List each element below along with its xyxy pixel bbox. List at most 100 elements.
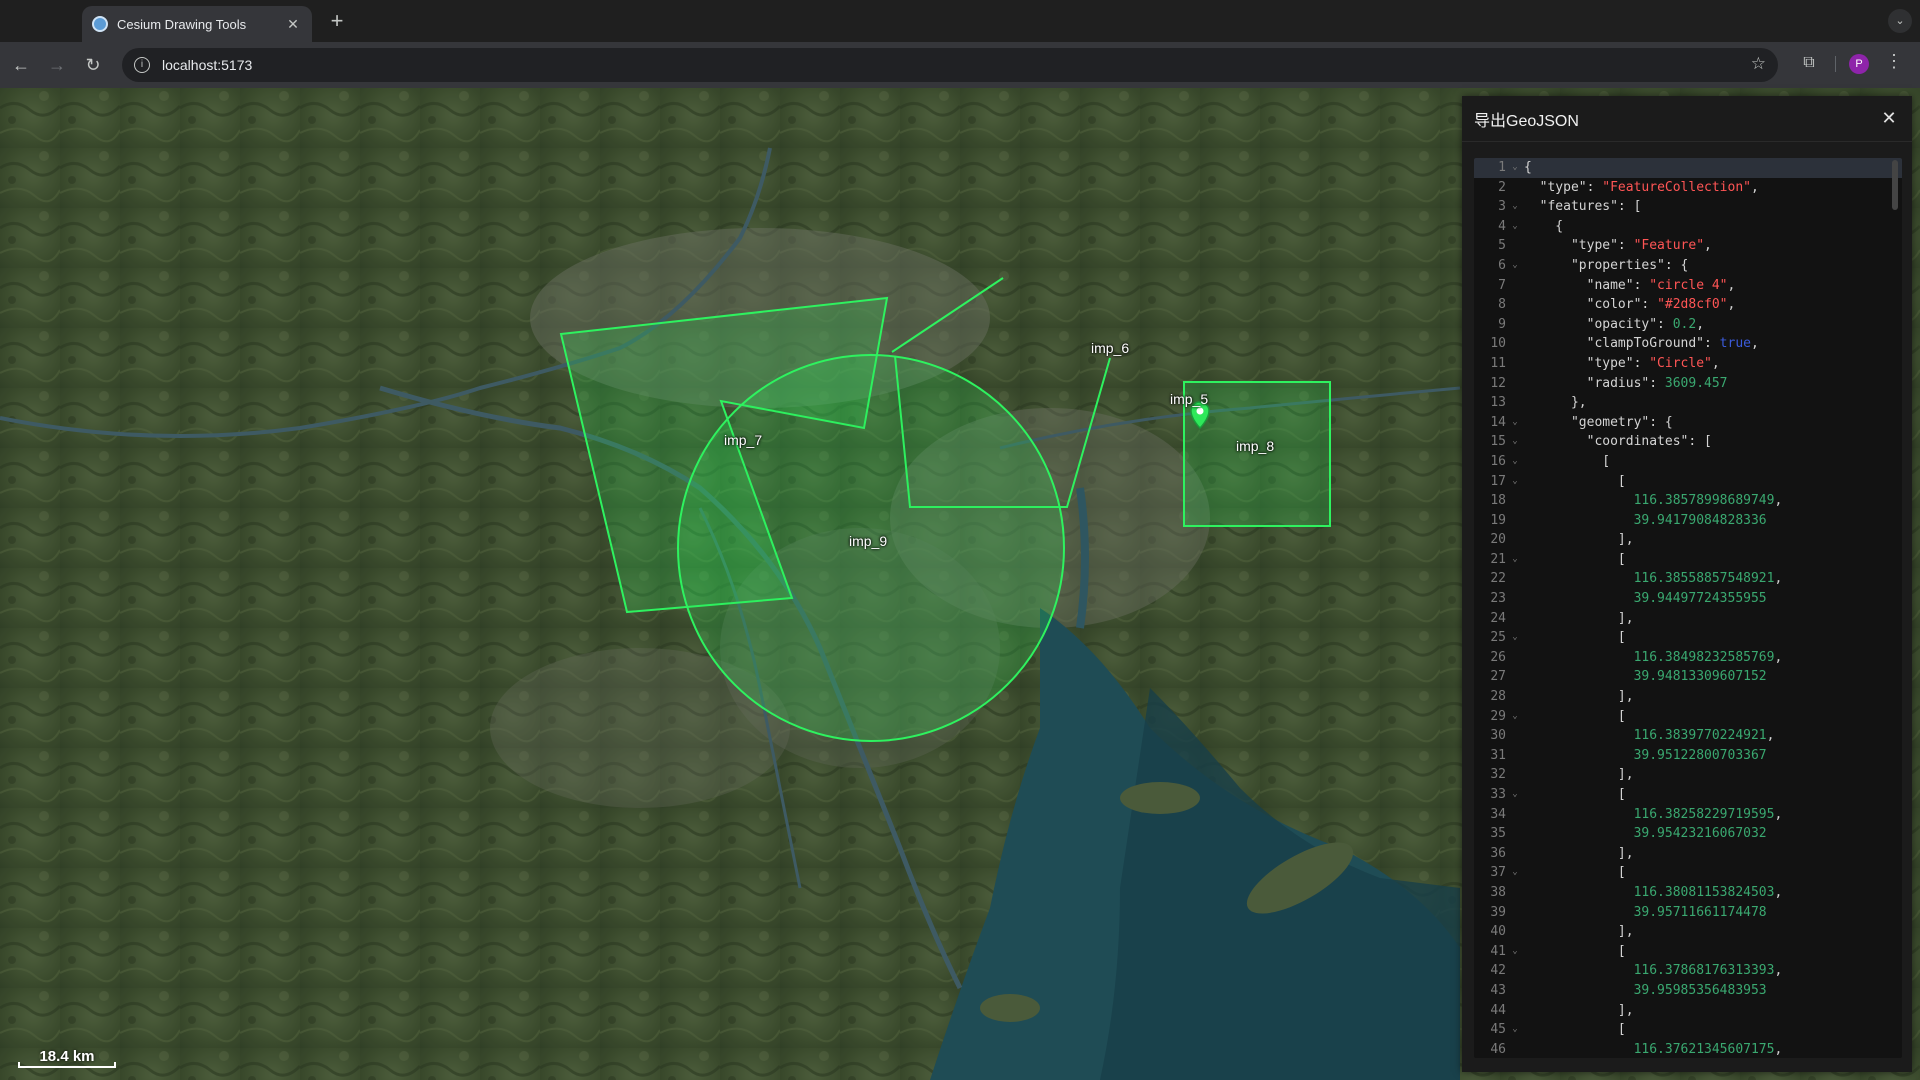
code-line[interactable]: 23 39.94497724355955: [1474, 589, 1902, 609]
code-line[interactable]: 28 ],: [1474, 687, 1902, 707]
code-line[interactable]: 41 ⌄ [: [1474, 942, 1902, 962]
line-number: 21: [1490, 551, 1506, 567]
back-arrow-icon[interactable]: ←: [8, 52, 34, 78]
code-text: "radius": 3609.457: [1524, 375, 1728, 391]
code-line[interactable]: 7 "name": "circle 4",: [1474, 276, 1902, 296]
fold-chevron-icon[interactable]: ⌄: [1508, 472, 1522, 492]
code-line[interactable]: 3 ⌄ "features": [: [1474, 197, 1902, 217]
distance-scale: 18.4 km: [18, 1048, 116, 1068]
code-line[interactable]: 24 ],: [1474, 609, 1902, 629]
extensions-puzzle-icon[interactable]: ⧉: [1797, 51, 1821, 75]
code-line[interactable]: 33 ⌄ [: [1474, 785, 1902, 805]
code-line[interactable]: 15 ⌄ "coordinates": [: [1474, 432, 1902, 452]
code-line[interactable]: 45 ⌄ [: [1474, 1020, 1902, 1040]
fold-chevron-icon[interactable]: ⌄: [1508, 217, 1522, 237]
profile-avatar[interactable]: P: [1849, 54, 1869, 74]
code-line[interactable]: 17 ⌄ [: [1474, 472, 1902, 492]
fold-chevron-icon[interactable]: ⌄: [1508, 432, 1522, 452]
code-line[interactable]: 39 39.95711661174478: [1474, 903, 1902, 923]
line-number: 13: [1490, 395, 1506, 411]
bookmark-star-icon[interactable]: ☆: [1751, 54, 1766, 74]
code-line[interactable]: 37 ⌄ [: [1474, 863, 1902, 883]
fold-chevron-icon[interactable]: ⌄: [1508, 707, 1522, 727]
code-text: 39.94497724355955: [1633, 591, 1767, 607]
code-line[interactable]: 14 ⌄ "geometry": {: [1474, 413, 1902, 433]
code-text: "properties": {: [1524, 257, 1689, 273]
code-line[interactable]: 42 116.37868176313393,: [1474, 961, 1902, 981]
code-line[interactable]: 40 ],: [1474, 922, 1902, 942]
line-number: 30: [1490, 728, 1506, 744]
site-info-icon[interactable]: i: [134, 57, 150, 73]
map-label-imp-6[interactable]: imp_6: [1091, 340, 1129, 356]
geojson-code-editor[interactable]: 1 ⌄{2 "type": "FeatureCollection", 3 ⌄ "fea…: [1474, 158, 1902, 1058]
browser-menu-icon[interactable]: ⋮: [1885, 51, 1903, 72]
code-line[interactable]: 11 "type": "Circle",: [1474, 354, 1902, 374]
code-line[interactable]: 27 39.94813309607152: [1474, 667, 1902, 687]
code-line[interactable]: 25 ⌄ [: [1474, 628, 1902, 648]
fold-chevron-icon[interactable]: ⌄: [1508, 550, 1522, 570]
fold-chevron-icon[interactable]: ⌄: [1508, 942, 1522, 962]
fold-chevron-icon[interactable]: ⌄: [1508, 158, 1522, 178]
code-text: "features": [: [1524, 199, 1642, 215]
code-line[interactable]: 34 116.38258229719595,: [1474, 805, 1902, 825]
code-line[interactable]: 10 "clampToGround": true,: [1474, 334, 1902, 354]
fold-chevron-icon[interactable]: ⌄: [1508, 197, 1522, 217]
code-line[interactable]: 36 ],: [1474, 844, 1902, 864]
map-label-imp-5[interactable]: imp_5: [1170, 391, 1208, 407]
code-text: ],: [1524, 767, 1634, 783]
code-line[interactable]: 26 116.38498232585769,: [1474, 648, 1902, 668]
url-text[interactable]: localhost:5173: [162, 57, 252, 73]
code-text: "type": "Circle",: [1524, 355, 1720, 371]
fold-chevron-icon[interactable]: ⌄: [1508, 1020, 1522, 1040]
fold-chevron-icon[interactable]: ⌄: [1508, 452, 1522, 472]
fold-chevron-icon[interactable]: ⌄: [1508, 863, 1522, 883]
code-text: ],: [1524, 845, 1634, 861]
close-icon[interactable]: ✕: [1878, 108, 1900, 129]
code-line[interactable]: 29 ⌄ [: [1474, 707, 1902, 727]
code-line[interactable]: 19 39.94179084828336: [1474, 511, 1902, 531]
code-line[interactable]: 31 39.95122800703367: [1474, 746, 1902, 766]
code-line[interactable]: 4 ⌄ {: [1474, 217, 1902, 237]
line-number: 43: [1490, 982, 1506, 998]
code-line[interactable]: 8 "color": "#2d8cf0",: [1474, 295, 1902, 315]
close-tab-icon[interactable]: ✕: [284, 16, 302, 33]
code-line[interactable]: 30 116.3839770224921,: [1474, 726, 1902, 746]
map-label-imp-9[interactable]: imp_9: [849, 533, 887, 549]
code-text: },: [1524, 395, 1587, 411]
fold-chevron-icon[interactable]: ⌄: [1508, 785, 1522, 805]
code-line[interactable]: 2 "type": "FeatureCollection",: [1474, 178, 1902, 198]
code-line[interactable]: 12 "radius": 3609.457: [1474, 374, 1902, 394]
fold-chevron-icon[interactable]: ⌄: [1508, 628, 1522, 648]
new-tab-button[interactable]: +: [324, 8, 350, 34]
code-line[interactable]: 13 },: [1474, 393, 1902, 413]
code-line[interactable]: 6 ⌄ "properties": {: [1474, 256, 1902, 276]
fold-chevron-icon[interactable]: ⌄: [1508, 413, 1522, 433]
code-line[interactable]: 21 ⌄ [: [1474, 550, 1902, 570]
map-label-imp-7[interactable]: imp_7: [724, 432, 762, 448]
code-line[interactable]: 1 ⌄{: [1474, 158, 1902, 178]
code-line[interactable]: 16 ⌄ [: [1474, 452, 1902, 472]
code-line[interactable]: 20 ],: [1474, 530, 1902, 550]
code-line[interactable]: 44 ],: [1474, 1001, 1902, 1021]
forward-arrow-icon[interactable]: →: [44, 52, 70, 78]
code-line[interactable]: 43 39.95985356483953: [1474, 981, 1902, 1001]
reload-icon[interactable]: ↻: [80, 52, 106, 78]
line-number: 3: [1498, 199, 1506, 215]
browser-tab[interactable]: Cesium Drawing Tools ✕: [82, 6, 312, 42]
fold-chevron-icon[interactable]: ⌄: [1508, 256, 1522, 276]
code-line[interactable]: 22 116.38558857548921,: [1474, 569, 1902, 589]
address-bar[interactable]: i localhost:5173 ☆: [122, 48, 1778, 82]
line-number: 26: [1490, 649, 1506, 665]
tab-search-chevron-icon[interactable]: ⌄: [1888, 9, 1912, 33]
code-line[interactable]: 32 ],: [1474, 765, 1902, 785]
code-line[interactable]: 9 "opacity": 0.2,: [1474, 315, 1902, 335]
code-text: ],: [1524, 532, 1634, 548]
code-line[interactable]: 38 116.38081153824503,: [1474, 883, 1902, 903]
code-line[interactable]: 5 "type": "Feature",: [1474, 236, 1902, 256]
code-line[interactable]: 35 39.95423216067032: [1474, 824, 1902, 844]
code-line[interactable]: 46 116.37621345607175,: [1474, 1040, 1902, 1058]
map-label-imp-8[interactable]: imp_8: [1236, 438, 1274, 454]
editor-scrollbar[interactable]: [1892, 160, 1898, 210]
code-line[interactable]: 18 116.38578998689749,: [1474, 491, 1902, 511]
